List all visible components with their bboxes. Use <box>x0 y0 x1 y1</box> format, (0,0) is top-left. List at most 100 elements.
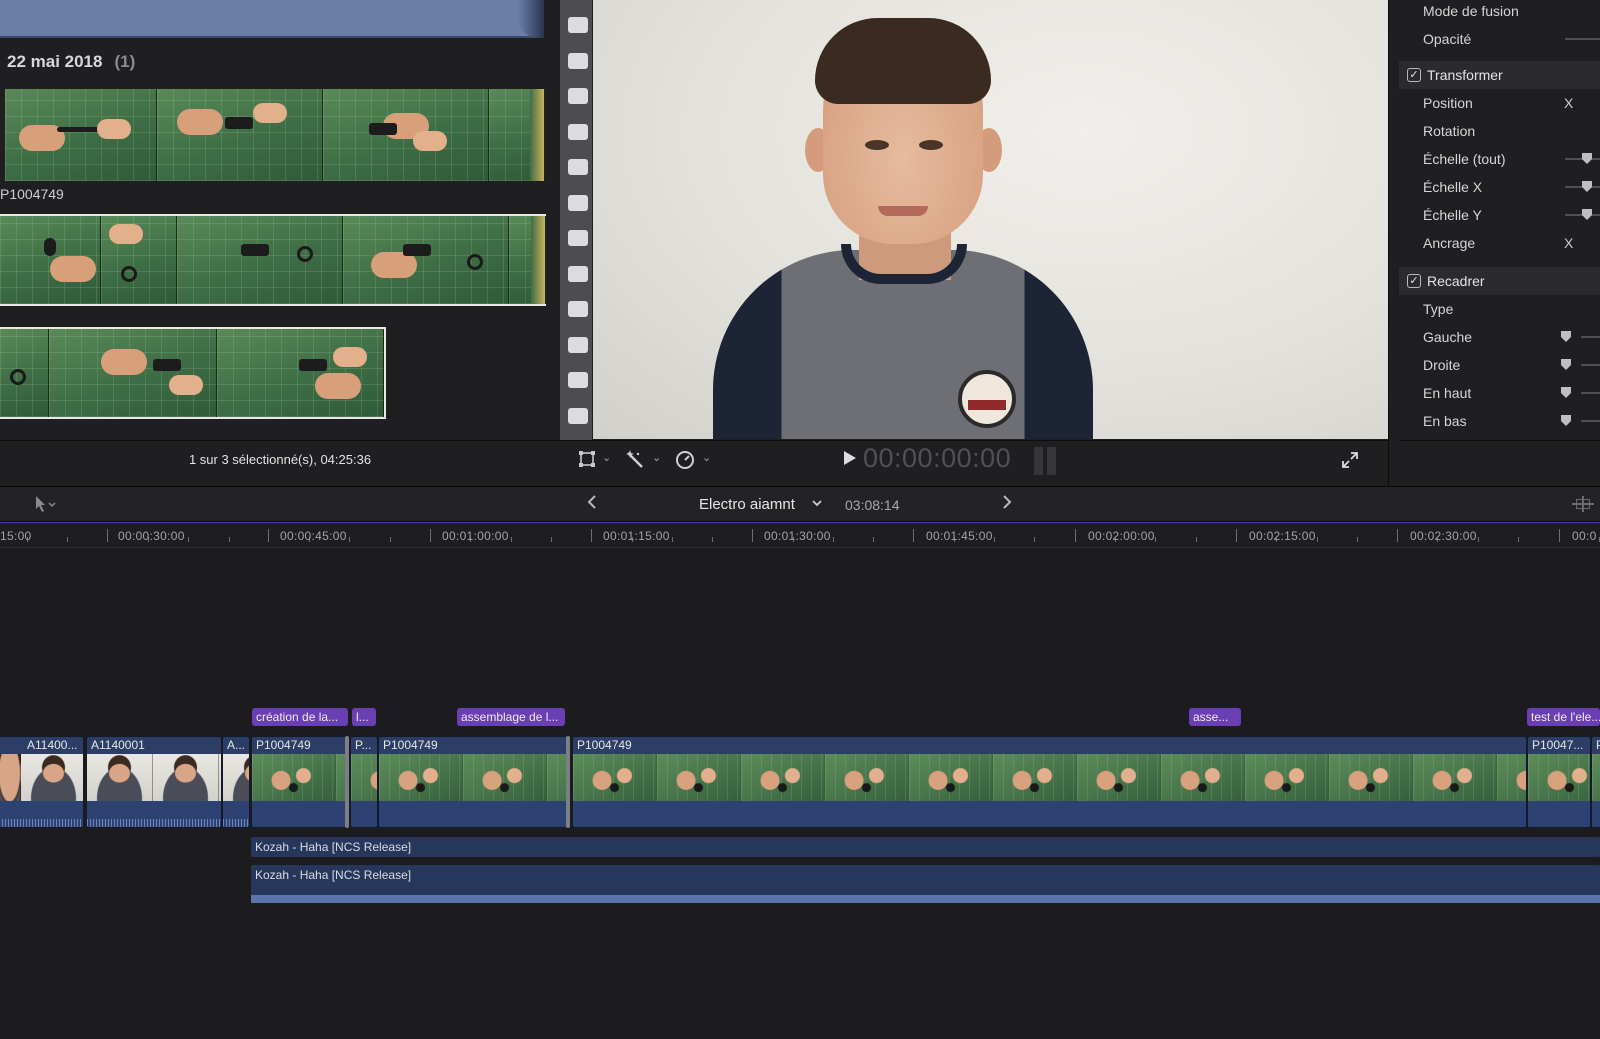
ruler-minor-tick <box>229 537 230 542</box>
ruler-minor-tick <box>712 537 713 542</box>
inspector-row-anchor[interactable]: Ancrage X <box>1399 229 1600 257</box>
crop-top-slider[interactable] <box>1581 392 1600 394</box>
timeline-ruler[interactable]: 15:00 00:00:30:00 00:00:45:00 00:01:00:0… <box>0 522 1600 548</box>
inspector-row-right[interactable]: Droite <box>1399 351 1600 379</box>
row-label: Type <box>1423 301 1454 317</box>
timeline-clip[interactable]: P1004749 <box>251 736 348 828</box>
viewer: ⌄ ⌄ ⌄ 00:00:00:00 <box>560 0 1388 486</box>
audio-meter <box>1034 447 1058 475</box>
ruler-major-tick <box>268 529 269 542</box>
ruler-major-tick <box>1236 529 1237 542</box>
audio-waveform <box>251 895 1600 903</box>
ruler-major-tick <box>1559 529 1560 542</box>
slider-knob-icon[interactable] <box>1582 153 1592 164</box>
slider-knob-icon[interactable] <box>1582 181 1592 192</box>
ruler-minor-tick <box>1155 537 1156 542</box>
section-title: Recadrer <box>1427 273 1485 289</box>
slider-knob-icon[interactable] <box>1561 359 1571 370</box>
slider-knob-icon[interactable] <box>1561 415 1571 426</box>
timeline-clip[interactable]: P1004749 <box>572 736 1527 828</box>
ruler-label: 00:01:00:00 <box>442 529 509 543</box>
filmstrip-clip-selected[interactable] <box>5 89 545 181</box>
marker[interactable]: l... <box>352 708 376 726</box>
selection-status: 1 sur 3 sélectionné(s), 04:25:36 <box>188 452 372 467</box>
timeline-appearance-icon[interactable] <box>1572 496 1594 512</box>
chevron-down-icon[interactable]: ⌄ <box>602 451 611 464</box>
clip-boundary-handle[interactable] <box>345 736 349 828</box>
marker[interactable]: assemblage de l... <box>457 708 565 726</box>
fullscreen-icon[interactable] <box>1340 450 1360 470</box>
crop-right-slider[interactable] <box>1581 364 1600 366</box>
timeline[interactable]: création de la... l... assemblage de l..… <box>0 548 1600 1039</box>
crop-bottom-slider[interactable] <box>1581 420 1600 422</box>
row-label: Mode de fusion <box>1423 3 1519 19</box>
project-name[interactable]: Electro aiamnt <box>699 496 795 513</box>
inspector-row-rotation[interactable]: Rotation <box>1399 117 1600 145</box>
inspector-row-top[interactable]: En haut <box>1399 379 1600 407</box>
crop-left-slider[interactable] <box>1581 336 1600 338</box>
checkbox-checked-icon[interactable]: ✓ <box>1407 68 1421 82</box>
filmstrip-clip[interactable] <box>0 214 546 306</box>
magic-wand-icon[interactable] <box>624 449 646 471</box>
viewer-timecode[interactable]: 00:00:00:00 <box>863 443 1011 474</box>
slider-knob-icon[interactable] <box>1561 331 1571 342</box>
inspector-row-bottom[interactable]: En bas <box>1399 407 1600 435</box>
inspector-row-left[interactable]: Gauche <box>1399 323 1600 351</box>
video-preview[interactable] <box>593 0 1388 439</box>
music-clip[interactable]: Kozah - Haha [NCS Release] <box>251 865 1600 903</box>
ruler-major-tick <box>1397 529 1398 542</box>
inspector-row-blend-mode[interactable]: Mode de fusion <box>1399 0 1600 25</box>
clip-boundary-handle[interactable] <box>566 736 570 828</box>
inspector-row-position[interactable]: Position X <box>1399 89 1600 117</box>
slider-knob-icon[interactable] <box>1561 387 1571 398</box>
filmstrip-frame <box>157 89 323 181</box>
chevron-left-icon[interactable] <box>587 494 597 515</box>
ruler-major-tick <box>913 529 914 542</box>
filmstrip-frame <box>0 216 101 304</box>
ruler-minor-tick <box>67 537 68 542</box>
timeline-clip[interactable]: P10047... <box>1527 736 1591 828</box>
filmstrip-frame <box>5 89 157 181</box>
section-title: Transformer <box>1427 67 1503 83</box>
music-clip[interactable]: Kozah - Haha [NCS Release] <box>251 837 1600 857</box>
row-label: Droite <box>1423 357 1461 373</box>
chevron-down-icon[interactable] <box>812 498 822 510</box>
chevron-down-icon[interactable]: ⌄ <box>702 451 711 464</box>
ruler-minor-tick <box>873 537 874 542</box>
select-tool-icon[interactable] <box>34 495 58 518</box>
ruler-label: 00:02:00:00 <box>1088 529 1155 543</box>
chevron-right-icon[interactable] <box>1002 494 1012 515</box>
inspector-row-opacity[interactable]: Opacité <box>1399 25 1600 53</box>
play-icon[interactable] <box>844 451 856 465</box>
clip-name: A... <box>227 738 246 752</box>
timeline-clip[interactable]: P... <box>350 736 378 828</box>
timeline-clip[interactable]: P <box>1591 736 1600 828</box>
timeline-clip[interactable]: A11400... <box>0 736 84 828</box>
ruler-label: 15:00 <box>0 529 32 543</box>
shirt-badge <box>958 370 1016 428</box>
inspector-row-type[interactable]: Type <box>1399 295 1600 323</box>
crop-icon[interactable] <box>576 449 598 471</box>
previous-clip-filmstrip[interactable] <box>0 0 544 38</box>
checkbox-checked-icon[interactable]: ✓ <box>1407 274 1421 288</box>
inspector-row-scale-x[interactable]: Échelle X <box>1399 173 1600 201</box>
inspector-row-scale-y[interactable]: Échelle Y <box>1399 201 1600 229</box>
timeline-clip[interactable]: A1140001 <box>86 736 222 828</box>
filmstrip-clip[interactable] <box>0 327 386 419</box>
filmstrip-sprockets <box>560 0 592 440</box>
opacity-slider[interactable] <box>1565 38 1600 40</box>
date-group-header[interactable]: 22 mai 2018 (1) <box>7 52 135 72</box>
slider-knob-icon[interactable] <box>1582 209 1592 220</box>
marker[interactable]: test de l'ele... <box>1527 708 1600 726</box>
section-transform[interactable]: ✓ Transformer <box>1399 61 1600 89</box>
marker[interactable]: asse... <box>1189 708 1241 726</box>
speed-icon[interactable] <box>674 449 696 471</box>
chevron-down-icon[interactable]: ⌄ <box>652 451 661 464</box>
inspector-row-scale-all[interactable]: Échelle (tout) <box>1399 145 1600 173</box>
section-crop[interactable]: ✓ Recadrer <box>1399 267 1600 295</box>
filmstrip-frame <box>49 329 217 417</box>
marker[interactable]: création de la... <box>252 708 348 726</box>
row-label: En bas <box>1423 413 1467 429</box>
timeline-clip[interactable]: P1004749 <box>378 736 568 828</box>
timeline-clip[interactable]: A... <box>222 736 250 828</box>
